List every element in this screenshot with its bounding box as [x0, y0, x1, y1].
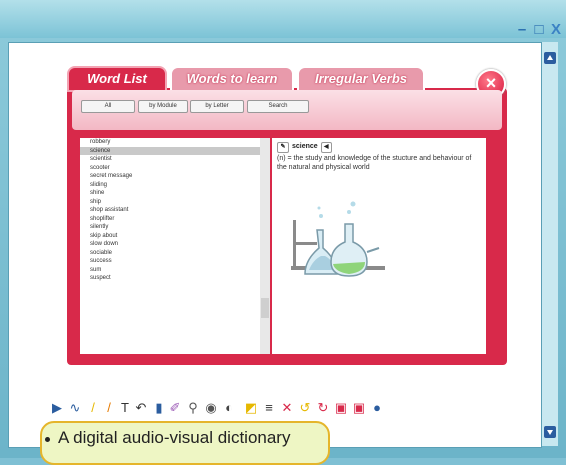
filter-all-button[interactable]: All: [81, 100, 135, 113]
camera-icon[interactable]: ◉: [204, 400, 218, 416]
word-list-item[interactable]: success: [80, 257, 260, 266]
word-list-item[interactable]: scooter: [80, 164, 260, 173]
maximize-button[interactable]: □: [532, 22, 546, 37]
word-list-item[interactable]: secret message: [80, 172, 260, 181]
scroll-up-icon[interactable]: [544, 52, 556, 64]
globe-icon[interactable]: ●: [370, 400, 384, 416]
word-list-item[interactable]: slow down: [80, 240, 260, 249]
word-list-item[interactable]: skip about: [80, 232, 260, 241]
scroll-down-icon[interactable]: [544, 426, 556, 438]
word-list-item[interactable]: robbery: [80, 138, 260, 147]
title-bar: [0, 0, 566, 38]
filter-by-module-button[interactable]: by Module: [138, 100, 188, 113]
tab-irregular-verbs[interactable]: Irregular Verbs: [297, 66, 425, 92]
definition-word: science: [292, 143, 318, 150]
shade-icon[interactable]: ◩: [244, 400, 258, 416]
highlighter-icon[interactable]: ✐: [168, 400, 182, 416]
word-list-item[interactable]: sociable: [80, 249, 260, 258]
text-icon[interactable]: T: [118, 400, 132, 416]
word-list-item[interactable]: ship: [80, 198, 260, 207]
speaker-icon[interactable]: ◀: [320, 142, 332, 153]
bullet-icon: [45, 437, 50, 442]
book-icon[interactable]: ▣: [334, 400, 348, 416]
tab-words-to-learn[interactable]: Words to learn: [170, 66, 294, 92]
word-list-item[interactable]: scientist: [80, 155, 260, 164]
lasso-icon[interactable]: ∿: [68, 400, 82, 416]
redo-icon[interactable]: ↻: [316, 400, 330, 416]
word-list[interactable]: robbery science scientist scooter secret mes…: [80, 138, 260, 354]
caption-text: A digital audio-visual dictionary: [58, 428, 291, 447]
magnifier-icon[interactable]: ⚲: [186, 400, 200, 416]
word-list-item[interactable]: sliding: [80, 181, 260, 190]
word-list-item[interactable]: shoplifter: [80, 215, 260, 224]
tab-word-list[interactable]: Word List: [67, 66, 167, 92]
book-alt-icon[interactable]: ▣: [352, 400, 366, 416]
lab-flasks-illustration: [291, 201, 385, 277]
filter-by-letter-button[interactable]: by Letter: [190, 100, 244, 113]
word-list-item[interactable]: suspect: [80, 274, 260, 283]
vertical-scrollbar[interactable]: [542, 42, 558, 446]
word-list-item[interactable]: silently: [80, 223, 260, 232]
pen-orange-icon[interactable]: /: [102, 400, 116, 416]
word-list-item[interactable]: shop assistant: [80, 206, 260, 215]
definition-text: (n) = the study and knowledge of the stu…: [277, 155, 472, 171]
word-list-item[interactable]: science: [80, 146, 260, 155]
word-list-item[interactable]: shine: [80, 189, 260, 198]
minimize-button[interactable]: –: [515, 22, 529, 37]
spotlight-icon[interactable]: ◐: [222, 400, 236, 416]
cursor-icon[interactable]: ▶: [50, 400, 64, 416]
undo-icon[interactable]: ↺: [298, 400, 312, 416]
word-list-item[interactable]: sum: [80, 266, 260, 275]
word-list-scrollbar[interactable]: [260, 138, 270, 354]
pencil-icon[interactable]: ✎: [277, 142, 289, 153]
delete-icon[interactable]: ✕: [280, 400, 294, 416]
curve-icon[interactable]: ↶: [134, 400, 148, 416]
scroll-thumb[interactable]: [261, 298, 269, 318]
marker-blue-icon[interactable]: ▮: [152, 400, 166, 416]
definition-header: ✎ science ◀: [277, 142, 332, 153]
lines-icon[interactable]: ≡: [262, 400, 276, 416]
pen-yellow-icon[interactable]: /: [86, 400, 100, 416]
close-window-button[interactable]: X: [549, 22, 563, 37]
filter-search-button[interactable]: Search: [247, 100, 309, 113]
